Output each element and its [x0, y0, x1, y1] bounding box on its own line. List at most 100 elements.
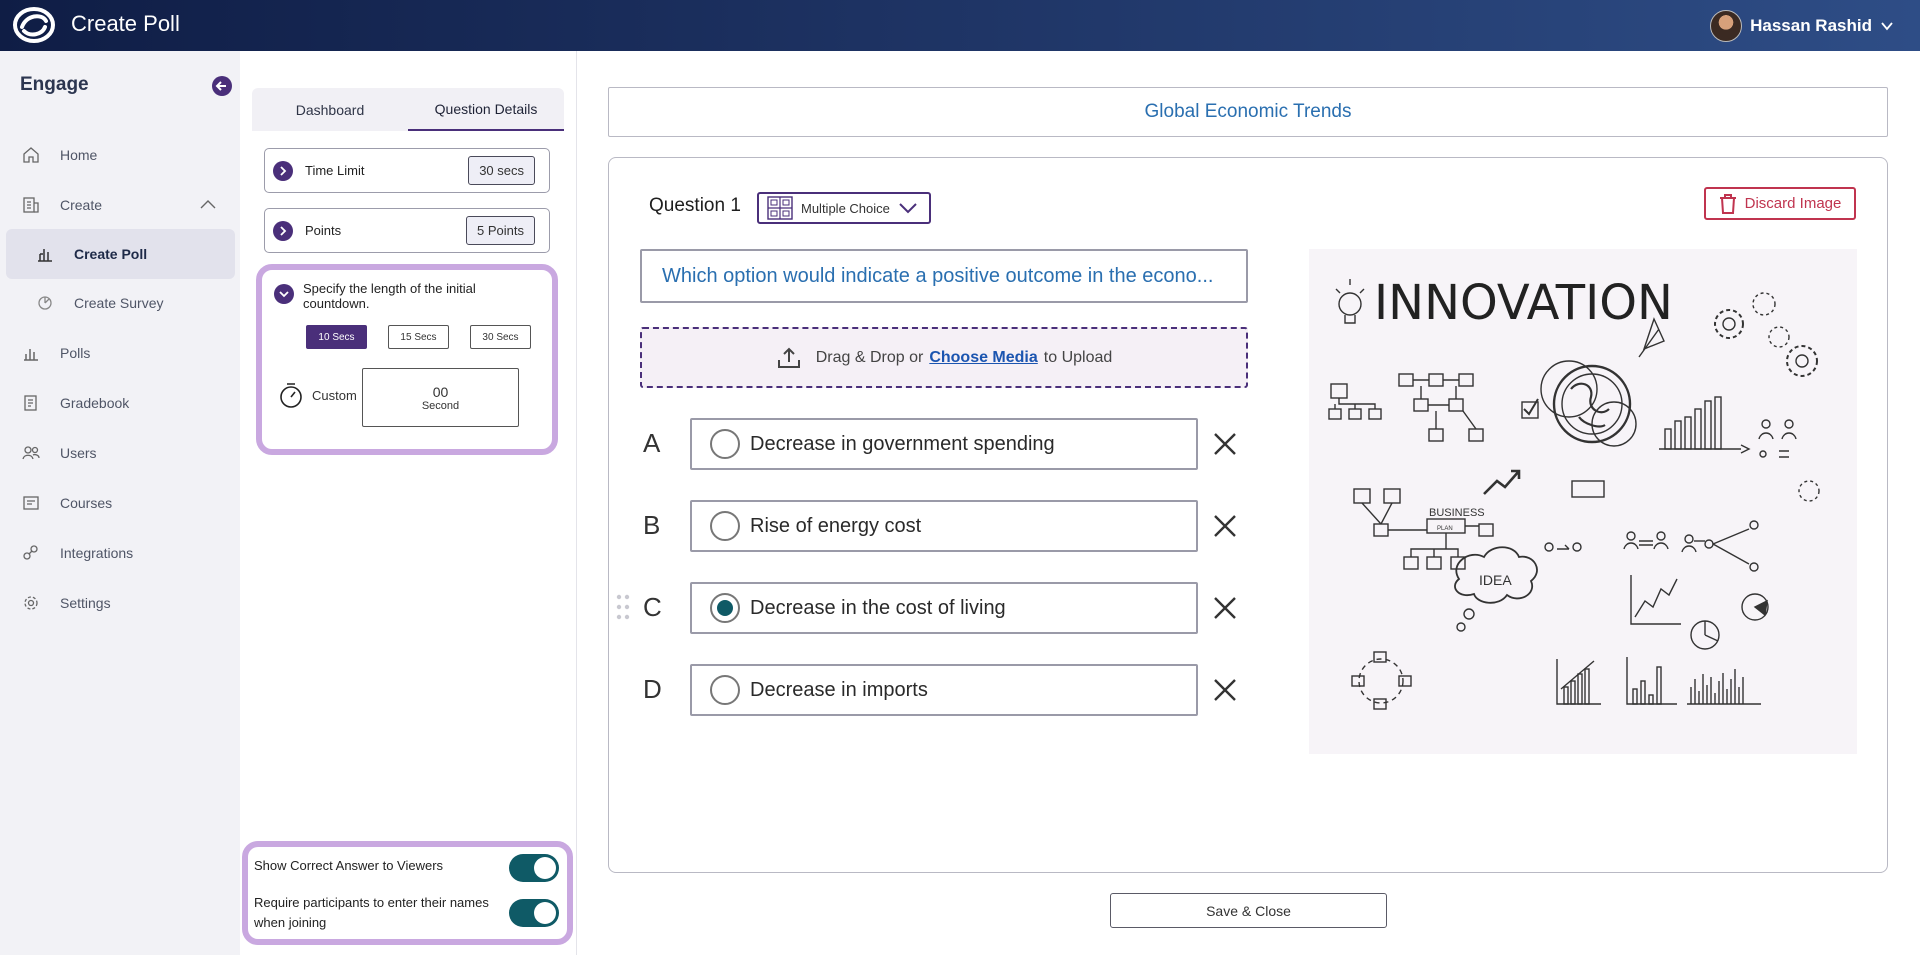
answer-option-b[interactable]: Rise of energy cost — [690, 500, 1198, 552]
user-menu[interactable]: Hassan Rashid — [1710, 10, 1894, 42]
correct-answer-radio[interactable] — [710, 511, 740, 541]
option-text[interactable]: Rise of energy cost — [750, 515, 921, 538]
answer-option-d[interactable]: Decrease in imports — [690, 664, 1198, 716]
countdown-label: Specify the length of the initial countd… — [303, 281, 476, 311]
sidebar-item-create-survey[interactable]: Create Survey — [0, 278, 240, 328]
create-icon — [23, 197, 39, 213]
chevron-right-icon — [280, 225, 287, 236]
image-plan-label: PLAN — [1437, 526, 1453, 532]
remove-option-icon[interactable] — [1210, 675, 1240, 705]
remove-option-icon[interactable] — [1210, 429, 1240, 459]
question-image: INNOVATION BUSINESS PLAN IDEA — [1309, 249, 1857, 754]
avatar — [1710, 10, 1743, 42]
drag-handle-icon[interactable] — [615, 593, 631, 621]
sidebar-item-label: Settings — [60, 595, 111, 611]
sidebar-item-label: Create — [60, 197, 103, 213]
save-close-button[interactable]: Save & Close — [1110, 893, 1387, 928]
option-letter: D — [643, 674, 662, 704]
show-correct-answer-label: Show Correct Answer to Viewers — [254, 858, 444, 873]
courses-icon — [23, 496, 39, 510]
integrations-icon — [23, 545, 38, 560]
sidebar-item-label: Integrations — [60, 545, 134, 561]
answer-option-a[interactable]: Decrease in government spending — [690, 418, 1198, 470]
sidebar-item-label: Users — [60, 445, 97, 461]
sidebar-item-home[interactable]: Home — [0, 130, 240, 180]
discard-image-button[interactable]: Discard Image — [1704, 187, 1856, 220]
remove-option-icon[interactable] — [1210, 511, 1240, 541]
custom-label: Custom — [312, 388, 357, 403]
app-logo — [13, 7, 55, 43]
sidebar-item-create[interactable]: Create — [0, 180, 240, 230]
expand-button[interactable] — [273, 220, 293, 241]
option-letter: A — [643, 428, 661, 458]
sidebar-item-label: Create Survey — [74, 295, 164, 311]
remove-option-icon[interactable] — [1210, 593, 1240, 623]
points-row[interactable]: Points 5 Points — [264, 208, 550, 253]
app-title: Create Poll — [71, 11, 180, 36]
gradebook-icon — [24, 395, 37, 411]
sidebar-item-polls[interactable]: Polls — [0, 328, 240, 378]
users-icon — [22, 446, 40, 460]
answer-option-c[interactable]: Decrease in the cost of living — [690, 582, 1198, 634]
home-icon — [23, 147, 39, 163]
countdown-15-button[interactable]: 15 Secs — [388, 325, 449, 349]
question-text-input[interactable]: Which option would indicate a positive o… — [640, 249, 1248, 303]
sidebar-item-create-poll[interactable]: Create Poll — [6, 229, 235, 279]
option-text[interactable]: Decrease in imports — [750, 679, 928, 702]
correct-answer-radio[interactable] — [710, 429, 740, 459]
option-text[interactable]: Decrease in the cost of living — [750, 597, 1006, 620]
sidebar-item-label: Create Poll — [74, 246, 148, 262]
upload-icon — [777, 347, 800, 368]
question-settings-panel: Dashboard Question Details Time Limit 30… — [240, 51, 577, 955]
sidebar-item-integrations[interactable]: Integrations — [0, 528, 240, 578]
custom-seconds-value: 00 — [432, 383, 449, 400]
image-headline: INNOVATION — [1374, 275, 1673, 331]
sidebar-item-users[interactable]: Users — [0, 428, 240, 478]
question-type-label: Multiple Choice — [801, 200, 890, 216]
sidebar-item-label: Gradebook — [60, 395, 130, 411]
expand-button[interactable] — [273, 160, 293, 181]
sidebar-item-courses[interactable]: Courses — [0, 478, 240, 528]
sidebar-collapse-button[interactable] — [212, 76, 232, 96]
require-names-label: Require participants to enter their name… — [254, 895, 489, 930]
media-dropzone[interactable]: Drag & Drop or Choose Media to Upload — [640, 327, 1248, 388]
upload-suffix: to Upload — [1043, 348, 1113, 366]
poll-bar-icon — [38, 249, 52, 262]
gear-icon — [24, 596, 38, 610]
chevron-down-icon — [1881, 22, 1893, 31]
points-value[interactable]: 5 Points — [466, 216, 535, 245]
correct-answer-radio[interactable] — [710, 675, 740, 705]
question-number: Question 1 — [649, 195, 741, 216]
show-correct-answer-toggle[interactable] — [509, 854, 559, 882]
collapse-button[interactable] — [274, 284, 294, 304]
question-type-dropdown[interactable]: Multiple Choice — [757, 192, 931, 224]
choose-media-link[interactable]: Choose Media — [929, 349, 1037, 367]
poll-title-input[interactable]: Global Economic Trends — [608, 87, 1888, 137]
stopwatch-icon — [280, 383, 302, 408]
chart-icon — [24, 349, 38, 361]
countdown-10-button[interactable]: 10 Secs — [306, 325, 367, 349]
option-letter: B — [643, 510, 661, 540]
custom-seconds-input[interactable]: 00 Second — [362, 368, 519, 427]
require-names-toggle[interactable] — [509, 899, 559, 927]
sidebar-item-settings[interactable]: Settings — [0, 578, 240, 628]
time-limit-row[interactable]: Time Limit 30 secs — [264, 148, 550, 193]
points-label: Points — [305, 223, 342, 238]
correct-answer-radio[interactable] — [710, 593, 740, 623]
time-limit-value[interactable]: 30 secs — [468, 156, 535, 185]
image-business-label: BUSINESS — [1429, 507, 1485, 519]
tab-dashboard[interactable]: Dashboard — [252, 88, 408, 131]
discard-image-label: Discard Image — [1744, 195, 1842, 212]
sidebar-item-gradebook[interactable]: Gradebook — [0, 378, 240, 428]
survey-icon — [38, 296, 52, 310]
tab-question-details[interactable]: Question Details — [408, 88, 564, 131]
chevron-down-icon — [279, 291, 289, 298]
chevron-right-icon — [280, 165, 287, 176]
upload-prefix: Drag & Drop or — [815, 348, 924, 366]
trash-icon — [1719, 193, 1736, 214]
custom-seconds-unit: Second — [421, 399, 460, 412]
option-text[interactable]: Decrease in government spending — [750, 433, 1055, 456]
sidebar-item-label: Home — [60, 147, 98, 163]
option-letter: C — [643, 592, 662, 622]
countdown-30-button[interactable]: 30 Secs — [470, 325, 531, 349]
